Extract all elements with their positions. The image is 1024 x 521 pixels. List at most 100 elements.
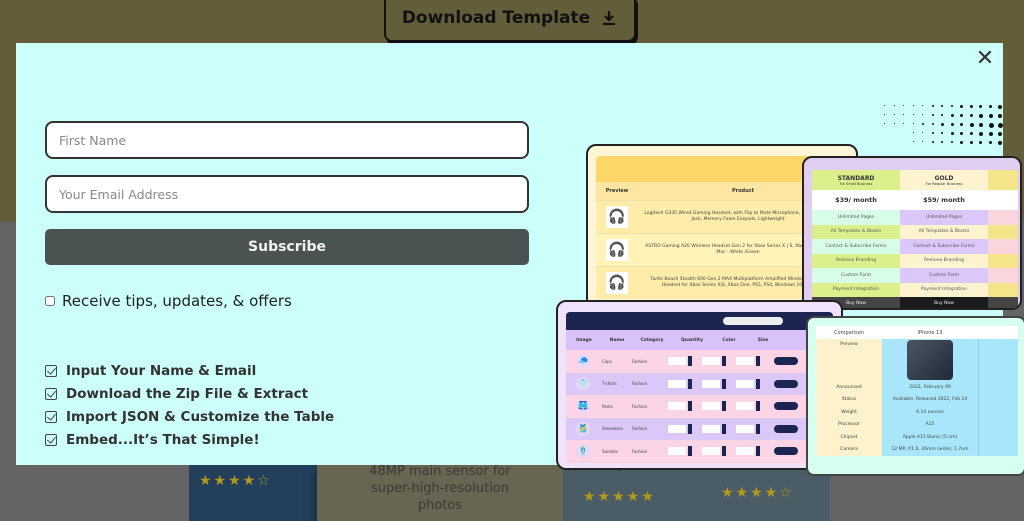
download-icon: [603, 11, 616, 26]
decorative-dot: [893, 105, 895, 106]
email-input[interactable]: [45, 175, 529, 213]
compare-value: [978, 431, 1018, 444]
decorative-dot: [969, 141, 973, 144]
close-icon[interactable]: ✕: [973, 47, 997, 71]
compare-value: 6.14 ounces: [882, 406, 978, 419]
rating-stars: ★★★★☆: [721, 485, 794, 501]
color-dropdown: [722, 356, 726, 367]
plan-sub: For Regular Business: [925, 181, 963, 186]
step-label: Input Your Name & Email: [66, 362, 257, 379]
plan-feature: Contact & Subscribe Forms: [900, 239, 988, 254]
quantity-stepper: [688, 401, 692, 412]
quantity-field: [668, 447, 686, 456]
size-select: [736, 379, 754, 388]
plan-feature: [988, 282, 1018, 297]
size-dropdown: [756, 356, 760, 367]
iphone-image: [907, 340, 953, 380]
buy-now-button: [774, 402, 798, 411]
color-select: [702, 357, 720, 366]
color-dropdown: [722, 423, 726, 434]
checkbox-checked-icon: [45, 433, 57, 446]
product-image: 🧢: [576, 354, 590, 369]
preview-pricing-table: STANDARD For Small Business GOLD For Regul…: [802, 156, 1022, 310]
color-dropdown: [722, 378, 726, 389]
optin-checkbox-row[interactable]: Receive tips, updates, & offers: [45, 292, 292, 310]
compare-value: A15: [882, 418, 978, 431]
decorative-dot: [941, 105, 943, 107]
background-card: specifically in love with ★★★★★ ★★★★☆: [563, 461, 830, 521]
table-row: 🩳 Pants Fashion: [566, 395, 833, 418]
first-name-input[interactable]: [45, 121, 529, 159]
size-dropdown: [756, 401, 760, 412]
product-category: Fashion: [632, 448, 648, 454]
column-header: Category: [640, 337, 664, 343]
quantity-stepper: [688, 356, 692, 367]
download-template-label: Download Template: [401, 8, 591, 28]
decorative-dot: [969, 123, 974, 127]
plan-name: GOLD: [934, 174, 954, 182]
product-category: Fashion: [632, 426, 648, 432]
subscribe-button[interactable]: Subscribe: [45, 229, 529, 265]
checkbox-checked-icon: [45, 364, 57, 377]
compare-label: Preview: [816, 339, 882, 381]
decorative-dot: [988, 123, 994, 128]
color-select: [702, 402, 720, 411]
decorative-dot: [960, 141, 963, 144]
decorative-dot: [903, 114, 904, 115]
table-row: 🩴 Sandals Fashion: [566, 440, 833, 463]
decorative-dot: [893, 114, 895, 115]
product-category: Fashion: [632, 358, 648, 364]
decorative-dot: [979, 123, 983, 127]
product-name: Pants: [602, 403, 613, 409]
step-label: Download the Zip File & Extract: [66, 385, 309, 402]
compare-value: [978, 381, 1018, 394]
decorative-dot: [979, 141, 982, 144]
decorative-dot: [950, 123, 954, 126]
preview-cart-table: Image Name Category Quantity Color Size …: [556, 300, 843, 470]
plan-feature: Custom Form: [812, 268, 900, 283]
compare-value: [978, 406, 1018, 419]
plan-feature: Unlimited Pages: [812, 210, 900, 225]
quantity-field: [668, 379, 686, 388]
optin-checkbox[interactable]: [45, 296, 55, 306]
decorative-dot: [969, 105, 973, 108]
plan-header: GOLD For Regular Business: [900, 170, 988, 190]
buy-now-button: [774, 379, 798, 388]
buy-now-button: [988, 297, 1018, 308]
product-name: T-shirts: [602, 381, 617, 387]
size-dropdown: [756, 423, 760, 434]
decorative-dot: [988, 114, 993, 118]
product-image: 🎽: [576, 421, 590, 436]
card-text: 48MP main sensor for super-high-resoluti…: [369, 464, 511, 513]
decorative-dot: [893, 123, 895, 124]
download-template-button[interactable]: Download Template: [384, 0, 636, 42]
decorative-dot: [979, 114, 983, 118]
buy-now-button: Buy Now: [900, 297, 988, 308]
decorative-dot: [988, 132, 993, 136]
decorative-dot: [931, 105, 934, 107]
product-category: Fashion: [632, 381, 648, 387]
plan-feature: Remove Branding: [812, 253, 900, 268]
preview-compare-table: Comparison iPhone 13 Preview Announced 202…: [806, 316, 1024, 476]
decorative-dot: [903, 105, 904, 106]
size-select: [736, 447, 754, 456]
decorative-dot: [960, 105, 963, 108]
quantity-stepper: [688, 446, 692, 457]
compare-value: Apple A15 Bionic (5 nm): [882, 431, 978, 444]
column-header: Size: [757, 337, 769, 343]
plan-feature: Contact & Subscribe Forms: [812, 239, 900, 254]
step-item: Input Your Name & Email: [45, 359, 334, 382]
product-category: Fashion: [632, 403, 648, 409]
table-row: 👕 T-shirts Fashion: [566, 372, 833, 395]
plan-price: $59/ month: [900, 190, 988, 210]
table-header-bar: [566, 312, 833, 330]
search-field: [723, 317, 783, 325]
buy-now-button: [774, 424, 798, 433]
quantity-field: [668, 402, 686, 411]
table-row: 🎽 Sleeveless Fashion: [566, 417, 833, 440]
plan-price: [988, 190, 1018, 210]
table-row: 🧢 Caps Fashion: [566, 350, 833, 373]
step-item: Download the Zip File & Extract: [45, 382, 334, 405]
plan-feature: Remove Branding: [900, 253, 988, 268]
decorative-dot: [960, 114, 963, 117]
